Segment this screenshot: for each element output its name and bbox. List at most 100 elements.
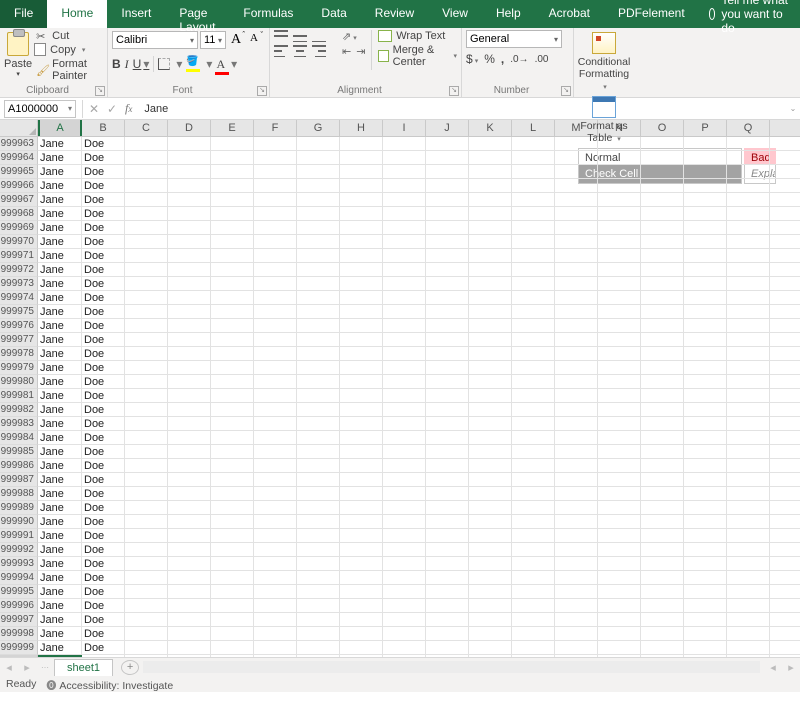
cell[interactable]	[641, 417, 684, 431]
tell-me-search[interactable]: Tell me what you want to do	[699, 0, 800, 28]
cell[interactable]	[254, 473, 297, 487]
cell[interactable]	[297, 319, 340, 333]
new-sheet-button[interactable]: +	[121, 660, 139, 675]
column-header-G[interactable]: G	[297, 120, 340, 136]
cell[interactable]	[340, 641, 383, 655]
cell[interactable]	[641, 277, 684, 291]
cell[interactable]	[254, 235, 297, 249]
cell[interactable]: Doe	[82, 151, 125, 165]
dialog-launcher-icon[interactable]: ↘	[257, 86, 267, 96]
cell[interactable]	[168, 221, 211, 235]
row-header[interactable]: 999989	[0, 501, 38, 515]
sheet-nav-prev-button[interactable]: ◂	[0, 661, 18, 674]
cell[interactable]	[641, 165, 684, 179]
cell[interactable]	[598, 319, 641, 333]
cell[interactable]	[211, 333, 254, 347]
cell[interactable]	[598, 585, 641, 599]
cell[interactable]	[340, 599, 383, 613]
cell[interactable]	[727, 571, 770, 585]
cell[interactable]	[555, 291, 598, 305]
align-bottom-button[interactable]	[312, 30, 326, 42]
cell[interactable]: Doe	[82, 193, 125, 207]
cell[interactable]	[125, 207, 168, 221]
cell[interactable]	[469, 655, 512, 657]
cell[interactable]	[297, 403, 340, 417]
cell[interactable]: Jane	[38, 179, 82, 193]
cell[interactable]	[684, 417, 727, 431]
cell[interactable]	[340, 473, 383, 487]
cell[interactable]: Doe	[82, 487, 125, 501]
cell[interactable]	[555, 641, 598, 655]
cell[interactable]	[426, 347, 469, 361]
cell[interactable]	[297, 655, 340, 657]
cell[interactable]	[211, 207, 254, 221]
select-all-button[interactable]	[0, 120, 38, 136]
cell[interactable]	[598, 221, 641, 235]
cell[interactable]	[211, 417, 254, 431]
cell[interactable]	[211, 459, 254, 473]
cell[interactable]	[426, 305, 469, 319]
cell[interactable]: Jane	[38, 599, 82, 613]
cell[interactable]	[426, 165, 469, 179]
cell[interactable]	[469, 599, 512, 613]
cell[interactable]	[254, 179, 297, 193]
row-header[interactable]: 999966	[0, 179, 38, 193]
cell[interactable]	[383, 529, 426, 543]
cell[interactable]: Doe	[82, 501, 125, 515]
accounting-format-button[interactable]: $▾	[466, 52, 478, 66]
cell[interactable]	[340, 557, 383, 571]
cell[interactable]	[684, 599, 727, 613]
cell[interactable]	[297, 151, 340, 165]
cell[interactable]	[254, 557, 297, 571]
cell[interactable]	[641, 431, 684, 445]
cell[interactable]	[555, 375, 598, 389]
cell[interactable]: Doe	[82, 305, 125, 319]
cell[interactable]	[426, 389, 469, 403]
cell[interactable]	[641, 585, 684, 599]
cell[interactable]	[168, 137, 211, 151]
row-header[interactable]: 999986	[0, 459, 38, 473]
cell[interactable]: Doe	[82, 137, 125, 151]
orientation-button[interactable]: ⇗▾	[342, 30, 357, 43]
cell[interactable]	[383, 375, 426, 389]
cell[interactable]	[168, 585, 211, 599]
cell[interactable]	[125, 179, 168, 193]
cell[interactable]	[168, 389, 211, 403]
cell[interactable]	[598, 557, 641, 571]
cell[interactable]	[684, 319, 727, 333]
cell[interactable]	[297, 627, 340, 641]
cell[interactable]	[254, 137, 297, 151]
cell[interactable]	[168, 347, 211, 361]
cell[interactable]	[297, 459, 340, 473]
cell[interactable]	[340, 291, 383, 305]
row-header[interactable]: 999992	[0, 543, 38, 557]
row-header[interactable]: 999997	[0, 613, 38, 627]
cell[interactable]	[684, 557, 727, 571]
cell[interactable]	[297, 515, 340, 529]
comma-format-button[interactable]: ,	[501, 52, 504, 66]
cell[interactable]: Doe	[82, 557, 125, 571]
tab-view[interactable]: View	[428, 0, 482, 28]
align-center-button[interactable]	[293, 45, 307, 57]
cell[interactable]	[512, 277, 555, 291]
column-header-D[interactable]: D	[168, 120, 211, 136]
cell[interactable]	[555, 599, 598, 613]
cell[interactable]	[555, 235, 598, 249]
cell[interactable]	[211, 557, 254, 571]
cell[interactable]	[297, 347, 340, 361]
font-size-combo[interactable]: 11▾	[200, 31, 226, 49]
cell[interactable]	[727, 193, 770, 207]
cell[interactable]	[383, 641, 426, 655]
align-left-button[interactable]	[274, 45, 288, 57]
cell[interactable]	[727, 137, 770, 151]
cell[interactable]	[512, 529, 555, 543]
cell[interactable]	[297, 305, 340, 319]
cell[interactable]	[211, 137, 254, 151]
cell[interactable]	[469, 179, 512, 193]
cell[interactable]: Doe	[82, 333, 125, 347]
cell[interactable]	[340, 571, 383, 585]
cell[interactable]	[598, 291, 641, 305]
cell[interactable]	[168, 655, 211, 657]
cell[interactable]	[254, 389, 297, 403]
merge-center-button[interactable]: Merge & Center▾	[378, 44, 457, 68]
